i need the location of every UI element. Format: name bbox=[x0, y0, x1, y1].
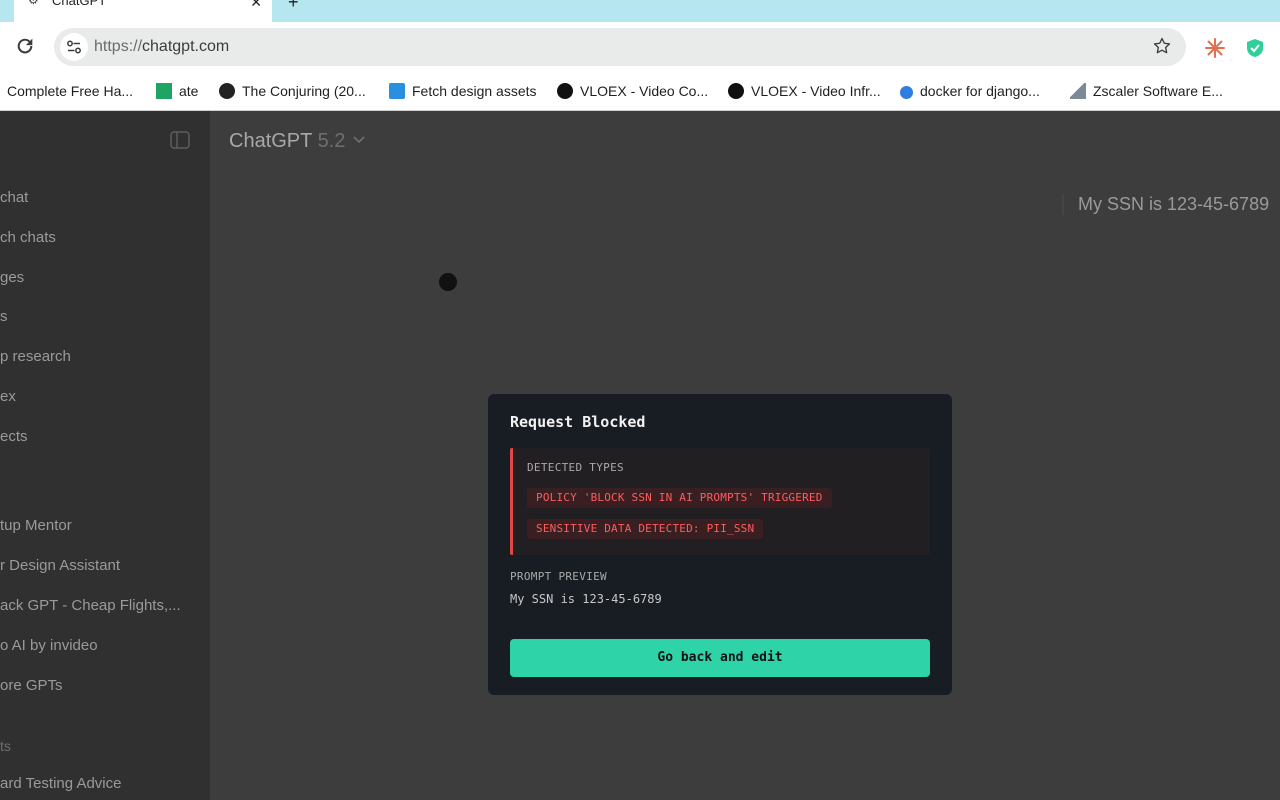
bookmark-label: Zscaler Software E... bbox=[1093, 83, 1223, 99]
message-divider bbox=[1062, 195, 1064, 215]
sidebar-item-new-chat[interactable]: chat bbox=[0, 189, 28, 207]
tab-chatgpt[interactable]: ⚙ ChatGPT ✕ bbox=[14, 0, 272, 22]
model-selector[interactable]: ChatGPT 5.2 bbox=[229, 129, 365, 153]
bookmark-item[interactable]: docker for django... bbox=[900, 82, 1040, 100]
bookmark-item[interactable]: The Conjuring (20... bbox=[219, 82, 366, 100]
bookmarks-bar: Complete Free Ha... ate The Conjuring (2… bbox=[0, 72, 1280, 111]
sidebar-item-codex[interactable]: ex bbox=[0, 388, 16, 406]
bookmark-star-icon[interactable] bbox=[1152, 36, 1172, 56]
bookmark-item[interactable]: VLOEX - Video Infr... bbox=[728, 82, 881, 100]
sensitive-data-tag: SENSITIVE DATA DETECTED: PII_SSN bbox=[527, 519, 764, 539]
request-blocked-modal: Request Blocked DETECTED TYPES POLICY 'B… bbox=[488, 394, 952, 695]
chart-icon bbox=[1070, 83, 1086, 99]
sidebar-item-deep-research[interactable]: p research bbox=[0, 348, 71, 366]
book-icon bbox=[389, 83, 405, 99]
prompt-preview-label: PROMPT PREVIEW bbox=[510, 570, 607, 583]
claude-extension-icon[interactable] bbox=[1204, 37, 1226, 59]
bookmark-item[interactable]: Complete Free Ha... bbox=[0, 82, 133, 100]
bookmark-label: Fetch design assets bbox=[412, 83, 537, 99]
sidebar-toggle-icon[interactable] bbox=[170, 131, 190, 149]
bookmark-label: Complete Free Ha... bbox=[7, 83, 134, 99]
sidebar-gpt-item[interactable]: tup Mentor bbox=[0, 517, 72, 535]
user-message: My SSN is 123-45-6789 bbox=[1078, 194, 1270, 214]
sidebar-item-projects[interactable]: ects bbox=[0, 428, 28, 446]
google-sheets-icon bbox=[156, 83, 172, 99]
bookmark-label: VLOEX - Video Infr... bbox=[751, 83, 881, 99]
model-name: ChatGPT bbox=[229, 130, 312, 152]
url-scheme: https:// bbox=[94, 38, 143, 55]
detected-types-label: DETECTED TYPES bbox=[527, 461, 624, 474]
browser-toolbar: https://chatgpt.com bbox=[0, 22, 1280, 72]
tab-strip: ⚙ ChatGPT ✕ + bbox=[0, 0, 1280, 22]
sidebar-gpt-item[interactable]: ack GPT - Cheap Flights,... bbox=[0, 597, 181, 615]
sidebar-explore-gpts[interactable]: ore GPTs bbox=[0, 677, 63, 695]
sidebar-gpt-item[interactable]: r Design Assistant bbox=[0, 557, 120, 575]
chevron-down-icon bbox=[353, 136, 365, 144]
sidebar-item-images[interactable]: ges bbox=[0, 269, 24, 287]
globe-icon bbox=[219, 83, 235, 99]
bookmark-label: The Conjuring (20... bbox=[242, 83, 366, 99]
bookmark-item[interactable]: VLOEX - Video Co... bbox=[557, 82, 708, 100]
prompt-preview-text: My SSN is 123-45-6789 bbox=[510, 592, 662, 606]
sidebar-item-apps[interactable]: s bbox=[0, 308, 8, 326]
tune-icon bbox=[67, 40, 81, 54]
openai-icon: ⚙ bbox=[28, 0, 39, 7]
policy-tag: POLICY 'BLOCK SSN IN AI PROMPTS' TRIGGER… bbox=[527, 488, 832, 508]
bookmark-item[interactable]: Fetch design assets bbox=[389, 82, 537, 100]
go-back-edit-button[interactable]: Go back and edit bbox=[510, 639, 930, 677]
sidebar: chat ch chats ges s p research ex ects t… bbox=[0, 111, 210, 800]
modal-title: Request Blocked bbox=[510, 413, 646, 431]
blue-s-icon bbox=[900, 86, 913, 99]
sidebar-section-chats: ts bbox=[0, 738, 11, 754]
site-info-button[interactable] bbox=[60, 33, 88, 61]
reload-icon[interactable] bbox=[14, 35, 36, 57]
bookmark-item[interactable]: ate bbox=[156, 82, 198, 100]
address-bar[interactable]: https://chatgpt.com bbox=[54, 28, 1186, 66]
vloex-icon bbox=[557, 83, 573, 99]
close-icon[interactable]: ✕ bbox=[250, 0, 262, 9]
sidebar-item-search-chats[interactable]: ch chats bbox=[0, 229, 56, 247]
sidebar-gpt-item[interactable]: o AI by invideo bbox=[0, 637, 98, 655]
new-tab-icon[interactable]: + bbox=[288, 0, 299, 11]
vloex-icon bbox=[728, 83, 744, 99]
bookmark-label: ate bbox=[179, 83, 199, 99]
tab-title: ChatGPT bbox=[52, 0, 107, 8]
model-version: 5.2 bbox=[317, 130, 346, 152]
bookmark-label: docker for django... bbox=[920, 83, 1040, 99]
bookmark-item[interactable]: Zscaler Software E... bbox=[1070, 82, 1223, 100]
shield-extension-icon[interactable] bbox=[1244, 37, 1266, 59]
bookmark-label: VLOEX - Video Co... bbox=[580, 83, 709, 99]
detected-types-panel: DETECTED TYPES POLICY 'BLOCK SSN IN AI P… bbox=[510, 448, 930, 555]
loading-dot bbox=[439, 273, 457, 291]
sidebar-chat-item[interactable]: ard Testing Advice bbox=[0, 775, 121, 793]
url-text[interactable]: https://chatgpt.com bbox=[94, 38, 229, 56]
url-host: chatgpt.com bbox=[142, 38, 230, 55]
